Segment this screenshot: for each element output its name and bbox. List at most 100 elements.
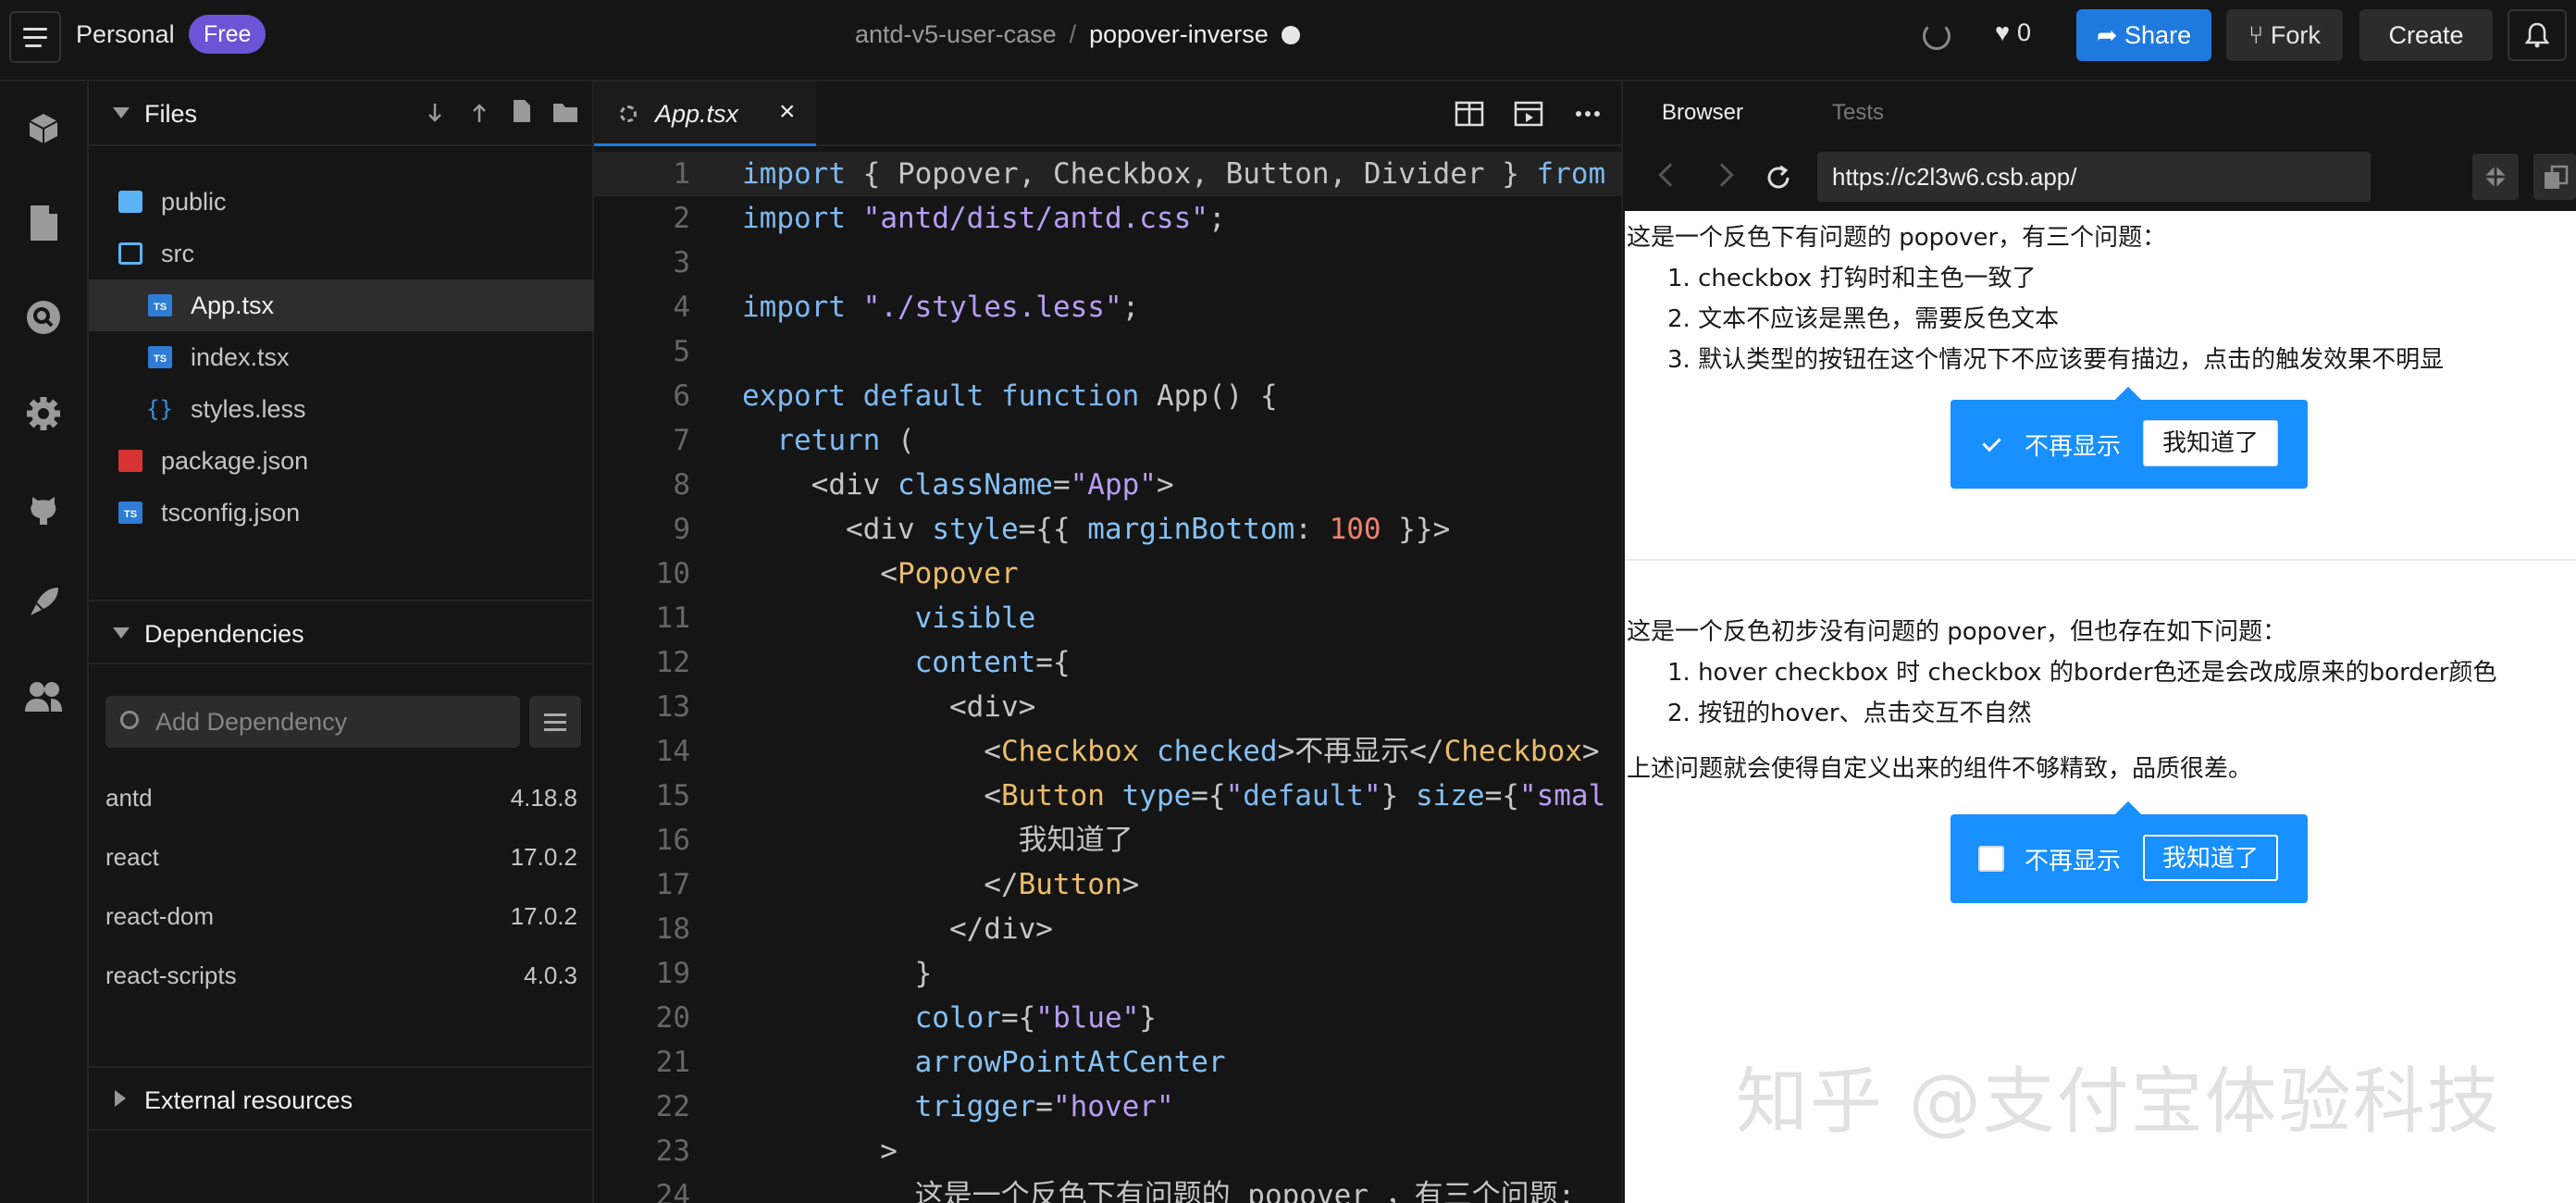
open-new-window-button[interactable] bbox=[2533, 154, 2576, 200]
team-icon[interactable] bbox=[22, 676, 65, 718]
code-line[interactable]: 17 </Button> bbox=[594, 862, 1621, 907]
code-line[interactable]: 6 export default function App() { bbox=[594, 374, 1621, 418]
external-resources-header[interactable]: External resources bbox=[89, 1066, 594, 1131]
notifications-button[interactable] bbox=[2508, 9, 2567, 61]
code-area[interactable]: 1 import { Popover, Checkbox, Button, Div… bbox=[594, 152, 1621, 1203]
code-text: visible bbox=[914, 602, 1036, 635]
arrow-up-icon[interactable] bbox=[466, 100, 492, 126]
got-it-button[interactable]: 我知道了 bbox=[2143, 835, 2278, 881]
code-line[interactable]: 2 import "antd/dist/antd.css"; bbox=[594, 196, 1621, 241]
new-folder-icon[interactable] bbox=[551, 100, 579, 124]
forward-arrow-icon[interactable] bbox=[1710, 163, 1734, 187]
cube-icon[interactable] bbox=[22, 107, 65, 150]
tab-browser[interactable]: Browser bbox=[1662, 100, 1743, 126]
files-icon[interactable] bbox=[22, 202, 65, 244]
back-arrow-icon[interactable] bbox=[1658, 163, 1682, 187]
code-line[interactable]: 8 <div className="App"> bbox=[594, 463, 1621, 507]
code-line[interactable]: 11 visible bbox=[594, 596, 1621, 640]
create-button[interactable]: Create bbox=[2359, 9, 2493, 61]
code-line[interactable]: 7 return ( bbox=[594, 418, 1621, 463]
fork-button[interactable]: ⑂ Fork bbox=[2226, 9, 2343, 61]
file-item-tsconfig-json[interactable]: TS tsconfig.json bbox=[89, 487, 594, 539]
popover-inverse-problem: 不再显示 我知道了 bbox=[1951, 386, 2308, 489]
code-line[interactable]: 10 <Popover bbox=[594, 552, 1621, 596]
share-button[interactable]: ➦ Share bbox=[2076, 9, 2211, 61]
line-number: 7 bbox=[673, 424, 690, 457]
devtools-button[interactable] bbox=[2472, 154, 2519, 200]
new-file-icon[interactable] bbox=[511, 98, 533, 124]
github-icon[interactable] bbox=[22, 487, 65, 529]
search-icon[interactable] bbox=[22, 296, 65, 339]
popover-arrow bbox=[2114, 386, 2142, 414]
add-dependency-input[interactable] bbox=[155, 696, 507, 748]
browser-tab-bar: Browser Tests bbox=[1625, 81, 2576, 146]
code-line[interactable]: 4 import "./styles.less"; bbox=[594, 285, 1621, 329]
file-item-package-json[interactable]: package.json bbox=[89, 435, 594, 487]
breadcrumb-project[interactable]: antd-v5-user-case bbox=[855, 20, 1057, 48]
code-line[interactable]: 16 我知道了 bbox=[594, 818, 1621, 862]
code-text: import { Popover, Checkbox, Button, Divi… bbox=[742, 157, 1606, 191]
got-it-button[interactable]: 我知道了 bbox=[2143, 420, 2278, 466]
case1-intro: 这是一个反色下有问题的 popover，有三个问题： bbox=[1627, 224, 2167, 252]
arrow-down-icon[interactable] bbox=[422, 100, 448, 126]
dependency-item[interactable]: react-dom 17.0.2 bbox=[105, 898, 577, 935]
close-icon[interactable]: × bbox=[779, 96, 796, 128]
split-view-icon[interactable] bbox=[1455, 100, 1484, 128]
menu-icon[interactable] bbox=[9, 11, 61, 63]
code-line[interactable]: 23 > bbox=[594, 1129, 1621, 1173]
tab-app-tsx[interactable]: App.tsx × bbox=[594, 81, 816, 146]
preview-window-icon[interactable] bbox=[1514, 100, 1543, 128]
code-line[interactable]: 12 content={ bbox=[594, 640, 1621, 685]
code-line[interactable]: 1 import { Popover, Checkbox, Button, Div… bbox=[594, 152, 1621, 196]
fork-label: Fork bbox=[2270, 21, 2321, 49]
preview-page: 这是一个反色下有问题的 popover，有三个问题： 1. checkbox 打… bbox=[1625, 211, 2576, 1203]
file-item-index-tsx[interactable]: TS index.tsx bbox=[89, 331, 594, 383]
breadcrumb-sandbox[interactable]: popover-inverse bbox=[1089, 20, 1269, 48]
code-line[interactable]: 21 arrowPointAtCenter bbox=[594, 1040, 1621, 1085]
url-bar[interactable]: https://c2l3w6.csb.app/ bbox=[1817, 152, 2371, 202]
dependency-item[interactable]: react-scripts 4.0.3 bbox=[105, 957, 577, 994]
more-options-icon[interactable] bbox=[1573, 100, 1603, 128]
file-item-src[interactable]: src bbox=[89, 228, 594, 279]
file-item-styles-less[interactable]: {} styles.less bbox=[89, 383, 594, 435]
refresh-icon[interactable] bbox=[1923, 22, 1951, 50]
code-text: 我知道了 bbox=[742, 824, 1133, 857]
popover-arrow bbox=[2114, 800, 2142, 828]
dependency-name: react-scripts bbox=[105, 961, 237, 989]
dependencies-header[interactable]: Dependencies bbox=[89, 600, 594, 664]
code-line[interactable]: 22 trigger="hover" bbox=[594, 1085, 1621, 1129]
checkbox-label[interactable]: 不再显示 bbox=[2025, 428, 2121, 462]
code-text: arrowPointAtCenter bbox=[914, 1046, 1226, 1079]
file-item-public[interactable]: public bbox=[89, 176, 594, 228]
code-line[interactable]: 19 } bbox=[594, 951, 1621, 996]
reload-icon[interactable] bbox=[1764, 163, 1793, 192]
code-line[interactable]: 3 bbox=[594, 241, 1621, 285]
code-text: <div style={{ marginBottom: 100 }}> bbox=[742, 513, 1451, 546]
dependency-item[interactable]: antd 4.18.8 bbox=[105, 779, 577, 816]
code-line[interactable]: 18 </div> bbox=[594, 907, 1621, 951]
dependency-item[interactable]: react 17.0.2 bbox=[105, 838, 577, 875]
files-header[interactable]: Files bbox=[89, 81, 594, 146]
checkbox-label[interactable]: 不再显示 bbox=[2025, 842, 2121, 876]
add-dependency-field[interactable] bbox=[105, 696, 520, 748]
code-text: <Button type={"default"} size={"smal bbox=[742, 779, 1606, 812]
case2-item: 1. hover checkbox 时 checkbox 的border色还是会… bbox=[1667, 659, 2497, 687]
code-line[interactable]: 5 bbox=[594, 329, 1621, 374]
code-line[interactable]: 15 <Button type={"default"} size={"smal bbox=[594, 774, 1621, 818]
like-button[interactable]: ♥ 0 bbox=[1995, 19, 2031, 47]
code-line[interactable]: 20 color={"blue"} bbox=[594, 996, 1621, 1040]
checkbox-checked[interactable] bbox=[1978, 431, 2004, 457]
code-line[interactable]: 14 <Checkbox checked>不再显示</Checkbox> bbox=[594, 729, 1621, 774]
case1-item: 3. 默认类型的按钮在这个情况下不应该要有描边，点击的触发效果不明显 bbox=[1667, 346, 2445, 374]
external-resources-label: External resources bbox=[144, 1086, 353, 1114]
workspace-switcher[interactable]: Personal bbox=[76, 20, 175, 49]
code-line[interactable]: 24 这是一个反色下有问题的 popover ，有三个问题: bbox=[594, 1173, 1621, 1203]
checkbox-unchecked[interactable] bbox=[1978, 846, 2004, 872]
tab-tests[interactable]: Tests bbox=[1832, 100, 1884, 126]
file-item-app-tsx[interactable]: TS App.tsx bbox=[89, 279, 594, 331]
dependency-menu-icon[interactable] bbox=[529, 696, 581, 748]
rocket-icon[interactable] bbox=[22, 581, 65, 624]
code-line[interactable]: 13 <div> bbox=[594, 685, 1621, 729]
settings-gear-icon[interactable] bbox=[22, 392, 65, 435]
code-line[interactable]: 9 <div style={{ marginBottom: 100 }}> bbox=[594, 507, 1621, 552]
